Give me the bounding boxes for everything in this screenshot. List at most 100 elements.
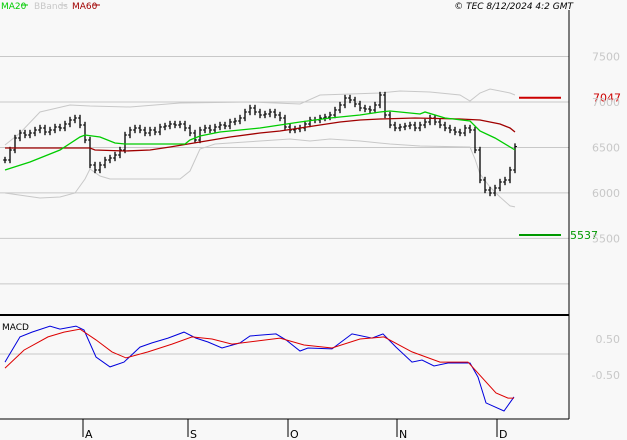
ohlc-bar [273, 108, 277, 119]
ohlc-bar [48, 126, 52, 136]
ohlc-bar [73, 114, 77, 124]
ohlc-bar [263, 110, 267, 119]
ohlc-bar [368, 105, 372, 114]
ohlc-bar [248, 104, 252, 116]
ohlc-bar [213, 123, 217, 134]
ohlc-bar [448, 124, 452, 134]
ohlc-bar [328, 111, 332, 121]
ohlc-bar [98, 161, 102, 174]
ohlc-bar [88, 136, 92, 169]
ohlc-bar [363, 104, 367, 113]
ohlc-bar [473, 126, 477, 154]
ohlc-bar [338, 101, 342, 114]
ohlc-bar [428, 114, 432, 126]
ohlc-bar [63, 120, 67, 132]
ohlc-bar [133, 124, 137, 134]
month-tick-label: S [190, 428, 197, 440]
ohlc-bar [463, 124, 467, 137]
ohlc-bar [238, 114, 242, 125]
ohlc-bar [398, 123, 402, 132]
ohlc-bar [303, 120, 307, 132]
ohlc-bar [183, 120, 187, 132]
ohlc-bar [393, 121, 397, 132]
ohlc-bar [198, 126, 202, 144]
ohlc-bar [58, 123, 62, 132]
legend-ma20: MA20 [1, 2, 27, 12]
ohlc-bar [23, 129, 27, 139]
ohlc-bar [438, 118, 442, 129]
macd-tick-label: -0.50 [592, 369, 620, 382]
copyright-timestamp: © TEC 8/12/2024 4:2 GMT [454, 2, 574, 12]
chart-canvas: 70475537 750070006500600055000.50-0.50A S… [0, 2, 621, 440]
legend-ma60: MA60 [72, 2, 98, 12]
ohlc-bar [258, 108, 262, 119]
ohlc-bar [418, 121, 422, 132]
month-tick-label: N [399, 428, 407, 440]
macd-panel-label: MACD [2, 323, 29, 333]
ohlc-bar [33, 126, 37, 137]
ohlc-bar [378, 91, 382, 109]
macd-series-signal [4, 328, 514, 399]
ohlc-bar [68, 116, 72, 128]
ohlc-bar [468, 124, 472, 134]
ohlc-bar [443, 121, 447, 132]
ohlc-bar [108, 154, 112, 164]
bband-lower-line [4, 138, 516, 208]
stock-chart: 7047 5537 7500 7000 6500 6000 5500 0.50 -0.50 A S… [0, 0, 627, 440]
ohlc-bar [28, 129, 32, 139]
ohlc-bar [168, 120, 172, 130]
ohlc-bar [188, 124, 192, 137]
ohlc-bar [503, 176, 507, 186]
price-tick-label: 6000 [592, 187, 620, 200]
ohlc-bar [123, 131, 127, 154]
ohlc-bar [233, 117, 237, 126]
ohlc-bar [388, 111, 392, 129]
ohlc-bar [203, 124, 207, 134]
month-tick-label: O [290, 428, 299, 440]
price-tick-label: 7500 [592, 51, 620, 64]
ohlc-bar [413, 121, 417, 132]
ohlc-bar [163, 122, 167, 131]
ohlc-bar [408, 121, 412, 130]
price-tick-label: 7000 [592, 96, 620, 109]
ohlc-bar [83, 121, 87, 144]
ohlc-bar [78, 114, 82, 129]
ohlc-bar [333, 106, 337, 119]
ohlc-bar [283, 114, 287, 131]
ohlc-bar [423, 118, 427, 129]
ohlc-bar [8, 146, 12, 164]
ohlc-bar [103, 156, 107, 169]
ohlc-bar [373, 101, 377, 114]
ohlc-bar [38, 124, 42, 134]
ohlc-bar [498, 178, 502, 192]
ohlc-bar [143, 126, 147, 137]
price-tick-label: 6500 [592, 141, 620, 154]
ohlc-bar [323, 113, 327, 122]
ohlc-bar [288, 123, 292, 134]
ohlc-bar [268, 108, 272, 118]
ohlc-bar [433, 114, 437, 126]
ohlc-bar [138, 124, 142, 134]
ohlc-bar [458, 128, 462, 137]
ohlc-bar [153, 126, 157, 136]
ohlc-bar [128, 126, 132, 139]
ohlc-bar [158, 123, 162, 136]
ohlc-bar [223, 121, 227, 130]
ohlc-bar [178, 120, 182, 129]
ohlc-bar [508, 166, 512, 184]
ohlc-bar [148, 126, 152, 137]
legend-bbands: BBands [34, 2, 68, 12]
ohlc-bar [383, 91, 387, 119]
ohlc-bar [278, 111, 282, 122]
ohlc-bar [253, 104, 257, 116]
ohlc-bar [173, 120, 177, 129]
ohlc-bar [113, 151, 117, 162]
ohlc-bar [243, 108, 247, 122]
ohlc-bar [208, 124, 212, 134]
ohlc-bar [453, 126, 457, 136]
ohlc-bar [118, 146, 122, 159]
ohlc-bar [478, 146, 482, 184]
ohlc-bar [3, 156, 7, 164]
month-tick-label: D [499, 428, 507, 440]
ohlc-bar [43, 124, 47, 136]
